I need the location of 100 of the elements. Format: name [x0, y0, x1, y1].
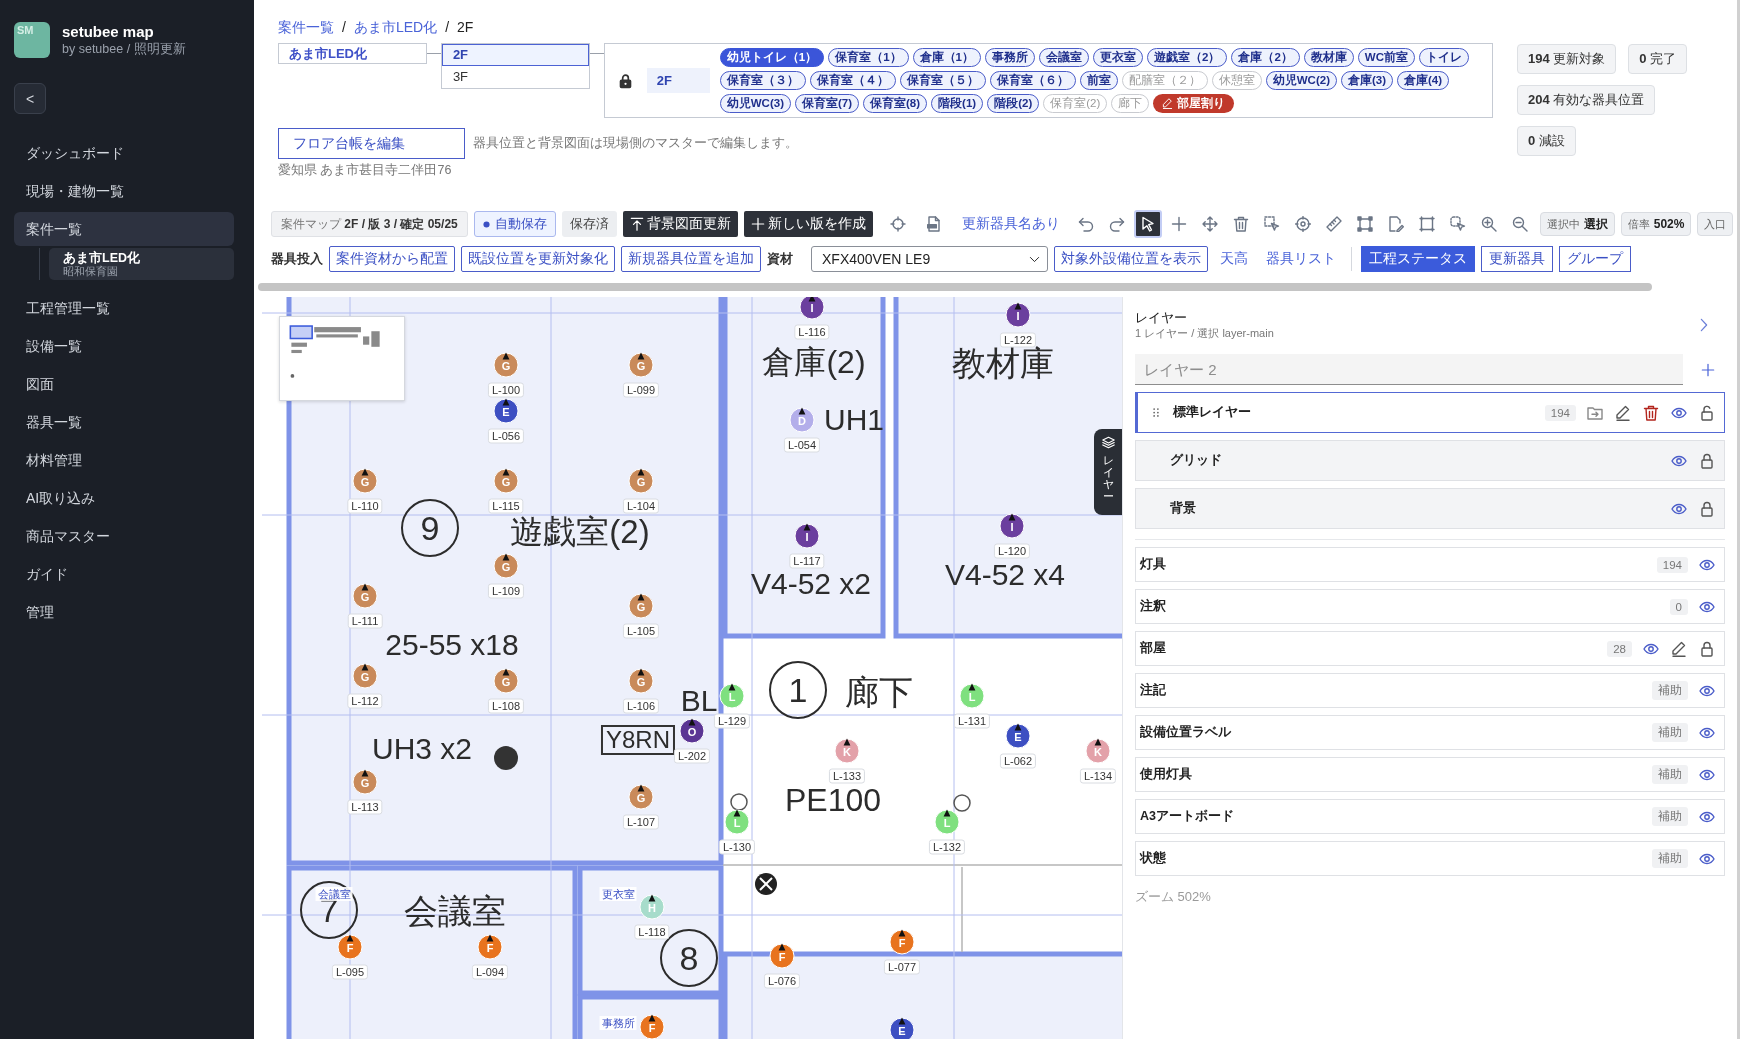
room-chip[interactable]: 幼児WC(2) [1265, 71, 1337, 90]
nav-item[interactable]: 商品マスター [14, 519, 234, 553]
room-tag[interactable]: 更衣室 [599, 887, 637, 901]
scrollbar-thumb[interactable] [1737, 0, 1740, 1039]
fixture-label: L-120 [993, 543, 1031, 559]
fixture-label: L-094 [471, 964, 509, 980]
text-link[interactable]: 天高 [1220, 250, 1248, 268]
view-tab[interactable]: 工程ステータス [1361, 246, 1475, 272]
fixture-marker[interactable]: I [794, 523, 820, 549]
room-chip[interactable]: 保育室（４） [809, 71, 896, 90]
room-chip[interactable]: 前室 [1079, 71, 1118, 90]
breadcrumb-link[interactable]: あま市LED化 [353, 17, 438, 37]
text-link[interactable]: 器具リスト [1266, 250, 1336, 268]
layer-row[interactable]: 灯具 194 [1135, 547, 1725, 582]
room-chip[interactable]: 倉庫（2） [1231, 48, 1300, 67]
room-chip[interactable]: 教材庫 [1303, 48, 1354, 67]
collapse-button[interactable]: < [14, 83, 46, 114]
drag-handle-icon[interactable] [1151, 406, 1161, 419]
action-button[interactable]: 新規器具位置を追加 [621, 246, 761, 272]
nav-item[interactable]: AI取り込み [14, 481, 234, 515]
nav-item[interactable]: 工程管理一覧 [14, 291, 234, 325]
room-number: 9 [401, 499, 459, 557]
new-version-button[interactable]: 新しい版を作成 [743, 211, 873, 237]
nav-item[interactable]: 管理 [14, 595, 234, 629]
nav-item[interactable]: 材料管理 [14, 443, 234, 477]
action-button[interactable]: 案件資材から配置 [329, 246, 455, 272]
layers-tab[interactable]: レイヤー [1094, 429, 1122, 515]
layer-row[interactable]: 標準レイヤー 194 [1135, 392, 1725, 433]
room-tag[interactable]: 事務所 [599, 1016, 637, 1030]
cursor-tool-button[interactable] [1133, 210, 1162, 238]
floor-item[interactable]: 3F [441, 66, 589, 88]
layer-row[interactable]: 注記 補助 [1135, 673, 1725, 708]
breadcrumb-separator: / [445, 18, 449, 37]
fixture-marker[interactable]: E [493, 398, 519, 424]
room-chip[interactable]: 保育室（６） [989, 71, 1076, 90]
room-chip[interactable]: 事務所 [984, 48, 1035, 67]
nav-item[interactable]: 案件一覧 [14, 212, 234, 246]
layer-row[interactable]: 設備位置ラベル 補助 [1135, 715, 1725, 750]
room-chip[interactable]: 更衣室 [1092, 48, 1143, 67]
layer-row[interactable]: グリッド [1135, 440, 1725, 481]
nav-item[interactable]: ガイド [14, 557, 234, 591]
floor-item[interactable]: 2F [441, 44, 589, 66]
material-select[interactable]: XFX400VEN LE9 [811, 246, 1048, 272]
room-chip[interactable]: 幼児トイレ（1） [719, 48, 825, 67]
room-chip[interactable]: 倉庫(3) [1340, 71, 1394, 90]
room-chip[interactable]: 保育室（1） [828, 48, 909, 67]
lock-icon[interactable] [617, 72, 633, 89]
view-tab[interactable]: 更新器具 [1481, 246, 1553, 272]
room-chip[interactable]: 保育室(8) [863, 94, 928, 113]
room-chip[interactable]: 倉庫(4) [1397, 71, 1450, 90]
text-link[interactable]: 更新器具名あり [961, 215, 1060, 233]
view-tab[interactable]: グループ [1559, 246, 1631, 272]
nav-item[interactable]: ダッシュボード [14, 136, 234, 170]
layer-row[interactable]: 状態 補助 [1135, 841, 1725, 876]
room-split-button[interactable]: 部屋割り [1153, 94, 1235, 113]
fixture-label: L-107 [622, 814, 660, 830]
room-chip[interactable]: トイレ [1418, 48, 1469, 67]
layer-row[interactable]: 使用灯具 補助 [1135, 757, 1725, 792]
layer-row[interactable]: 注釈 0 [1135, 589, 1725, 624]
upload-icon [629, 217, 644, 231]
nav-item[interactable]: 設備一覧 [14, 329, 234, 363]
layer-row[interactable]: A3アートボード 補助 [1135, 799, 1725, 834]
minimap-panel[interactable] [279, 316, 405, 401]
fixture-label: L-095 [331, 964, 369, 980]
fixture-marker[interactable]: I [799, 297, 825, 320]
nav-item[interactable]: 現場・建物一覧 [14, 174, 234, 208]
layer-badge: 補助 [1652, 807, 1688, 826]
nav-subitem[interactable]: あま市LED化 昭和保育園 [49, 248, 234, 280]
fixture-label: L-133 [828, 768, 866, 784]
room-chip[interactable]: 階段(1) [931, 94, 984, 113]
room-chip[interactable]: 遊戯室（2） [1146, 48, 1228, 67]
fixture-marker[interactable]: I [1005, 302, 1031, 328]
room-chip[interactable]: 倉庫（1） [912, 48, 981, 67]
fixture-marker[interactable]: E [889, 1017, 915, 1039]
breadcrumb-link[interactable]: 案件一覧 [278, 17, 334, 37]
room-chip[interactable]: 会議室 [1038, 48, 1089, 67]
fixture-marker[interactable]: E [1005, 723, 1031, 749]
scrollbar-thumb[interactable] [258, 283, 1652, 291]
update-background-button[interactable]: 背景図面更新 [622, 211, 738, 237]
layer-row[interactable]: 部屋 28 [1135, 631, 1725, 666]
action-button[interactable]: 既設位置を更新対象化 [461, 246, 615, 272]
edit-floor-button[interactable]: フロア台帳を編集 [278, 128, 465, 159]
layer-row[interactable]: 背景 [1135, 488, 1725, 529]
project-node[interactable]: あま市LED化 [278, 43, 427, 64]
fixture-marker[interactable]: O [679, 718, 705, 744]
new-layer-input[interactable]: レイヤー 2 [1135, 354, 1683, 385]
room-chip[interactable]: 保育室（５） [899, 71, 986, 90]
fixture-label: L-202 [673, 748, 711, 764]
nav-item[interactable]: 図面 [14, 367, 234, 401]
fixture-marker[interactable]: I [999, 513, 1025, 539]
room-chip[interactable]: 階段(2) [987, 94, 1040, 113]
room-chip[interactable]: WC前室 [1357, 48, 1415, 67]
room-chip[interactable]: 幼児WC(3) [719, 94, 791, 113]
room-chip[interactable]: 保育室（３） [719, 71, 806, 90]
room-chip[interactable]: 保育室(7) [794, 94, 860, 113]
room-tag[interactable]: 会議室 [315, 887, 353, 901]
nav-item[interactable]: 器具一覧 [14, 405, 234, 439]
autosave-toggle[interactable]: 自動保存 [473, 211, 556, 237]
breadcrumb-current: 2F [457, 18, 474, 37]
action-button[interactable]: 対象外設備位置を表示 [1054, 246, 1208, 272]
